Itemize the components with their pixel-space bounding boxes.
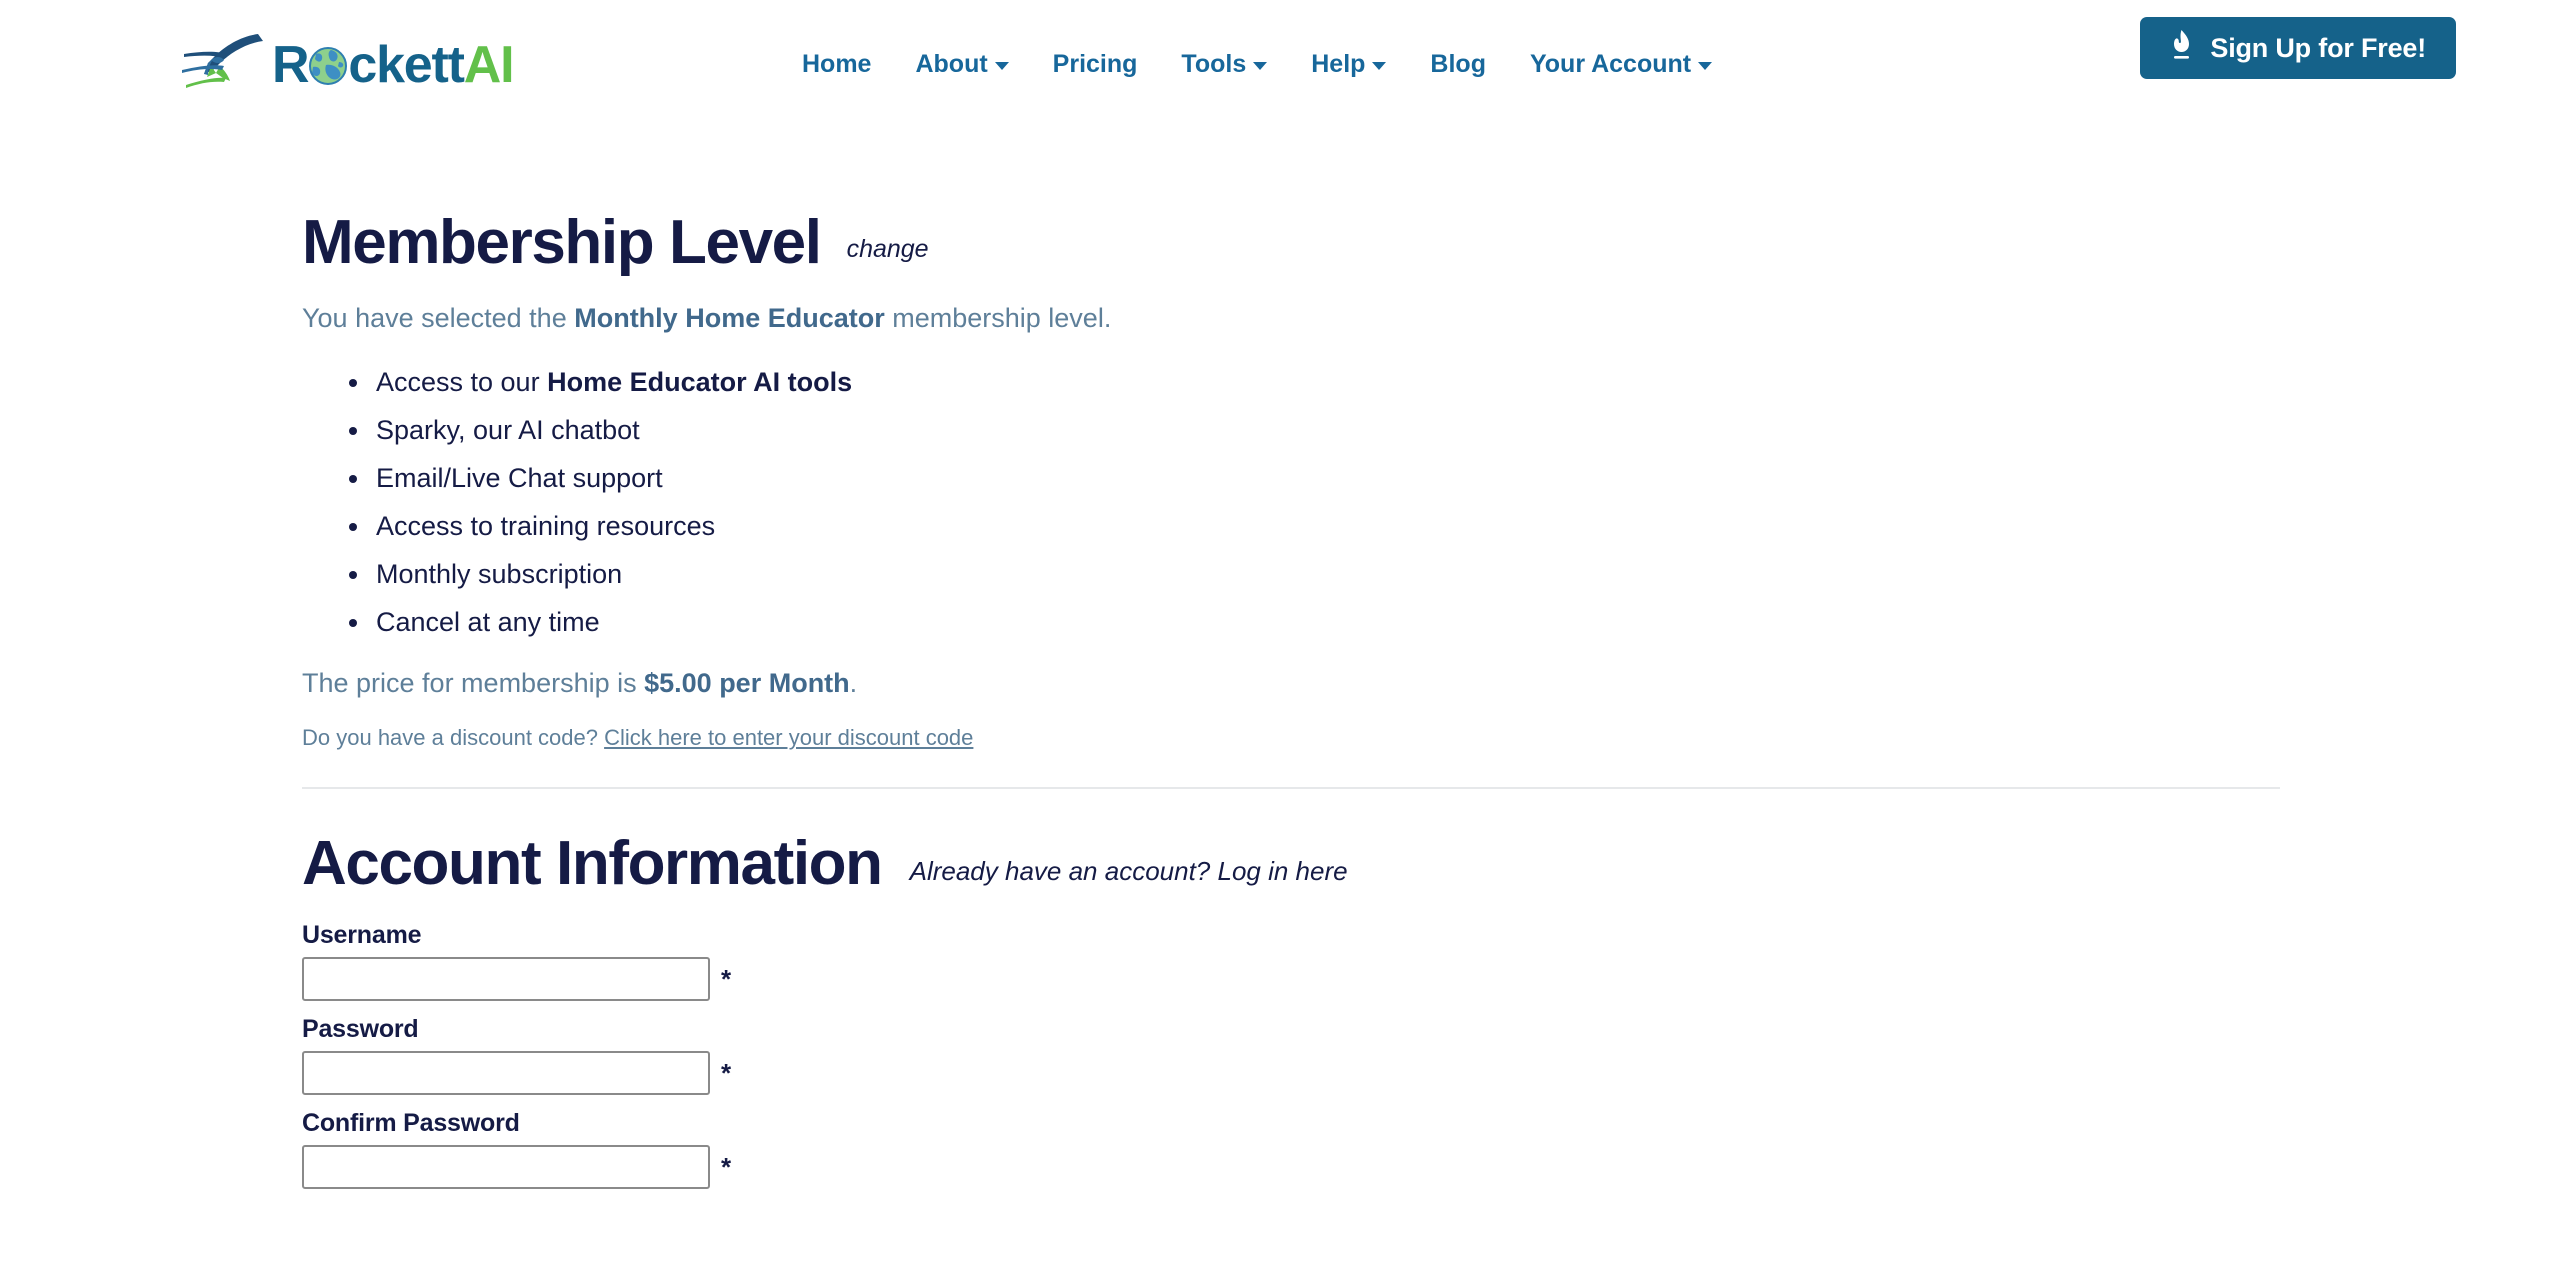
nav-label: Help (1311, 50, 1366, 78)
nav-label: Pricing (1052, 50, 1138, 78)
required-marker: * (721, 1058, 732, 1089)
benefit-bold: Home Educator AI tools (547, 366, 853, 397)
benefit-text: Access to training resources (376, 510, 716, 541)
list-item: Access to training resources (372, 502, 2280, 550)
list-item: Email/Live Chat support (372, 454, 2280, 502)
password-label: Password (302, 1015, 419, 1044)
benefit-text: Cancel at any time (376, 607, 600, 638)
membership-level-section: Membership Level change You have selecte… (302, 148, 2280, 790)
field-group-username: Username * (302, 921, 2280, 1002)
nav-item-tools[interactable]: Tools (1159, 48, 1289, 80)
discount-code-text: Do you have a discount code? Click here … (302, 725, 2280, 751)
selected-prefix: You have selected the (302, 303, 575, 333)
price-prefix: The price for membership is (302, 668, 645, 699)
required-marker: * (721, 1152, 732, 1183)
brand-text-ckett: ckett (348, 35, 465, 94)
nav-item-help[interactable]: Help (1289, 48, 1408, 80)
nav-item-about[interactable]: About (893, 48, 1030, 80)
benefit-text: Email/Live Chat support (376, 462, 663, 493)
field-group-password: Password * (302, 1015, 2280, 1096)
main-navigation: Home About Pricing Tools Help Blog Your … (780, 48, 1734, 80)
confirm-password-label: Confirm Password (302, 1109, 520, 1138)
brand-logo[interactable]: R ckett AI (180, 30, 515, 99)
globe-icon (309, 42, 348, 94)
account-information-header: Account Information Already have an acco… (302, 789, 2280, 895)
discount-prompt: Do you have a discount code? (302, 725, 605, 751)
main-content: Membership Level change You have selecte… (0, 148, 2560, 1190)
list-item: Sparky, our AI chatbot (372, 406, 2280, 454)
password-row: * (302, 1051, 2280, 1096)
benefit-text: Access to our (376, 366, 548, 397)
rocket-icon (180, 30, 266, 99)
list-item: Cancel at any time (372, 598, 2280, 646)
password-input[interactable] (302, 1051, 710, 1096)
confirm-password-row: * (302, 1145, 2280, 1190)
price-value: $5.00 per Month (644, 668, 850, 699)
username-row: * (302, 957, 2280, 1002)
nav-label: Home (802, 50, 872, 78)
nav-item-your-account[interactable]: Your Account (1508, 48, 1734, 80)
chevron-down-icon (1698, 62, 1713, 70)
log-in-link[interactable]: Already have an account? Log in here (910, 856, 1348, 887)
membership-level-header: Membership Level change (302, 148, 2280, 274)
benefit-text: Monthly subscription (376, 558, 623, 589)
chevron-down-icon (1253, 62, 1268, 70)
confirm-password-input[interactable] (302, 1145, 710, 1190)
page-title: Membership Level (302, 208, 822, 277)
nav-label: Blog (1430, 50, 1486, 78)
nav-item-pricing[interactable]: Pricing (1031, 48, 1160, 80)
selected-level-text: You have selected the Monthly Home Educa… (302, 300, 2280, 338)
nav-label: Your Account (1529, 50, 1692, 78)
sign-up-button[interactable]: Sign Up for Free! (2140, 17, 2456, 79)
account-form: Username * Password * Confirm Password * (302, 921, 2280, 1190)
account-section-title: Account Information (302, 829, 883, 899)
chevron-down-icon (1372, 62, 1387, 70)
membership-benefits-list: Access to our Home Educator AI tools Spa… (302, 358, 2280, 646)
list-item: Access to our Home Educator AI tools (372, 358, 2280, 406)
rocket-flame-icon (2170, 29, 2193, 67)
account-information-section: Account Information Already have an acco… (302, 789, 2280, 1190)
sign-up-button-label: Sign Up for Free! (2210, 32, 2426, 63)
nav-item-blog[interactable]: Blog (1408, 48, 1508, 80)
username-label: Username (302, 921, 422, 950)
selected-level-name: Monthly Home Educator (574, 303, 885, 333)
nav-label: Tools (1181, 50, 1247, 78)
brand-wordmark: R ckett AI (272, 35, 515, 94)
brand-text-r: R (272, 35, 310, 94)
brand-text-ai: AI (463, 35, 515, 94)
discount-code-link[interactable]: Click here to enter your discount code (604, 725, 973, 750)
nav-label: About (915, 50, 988, 78)
field-group-confirm-password: Confirm Password * (302, 1109, 2280, 1190)
list-item: Monthly subscription (372, 550, 2280, 598)
username-input[interactable] (302, 957, 710, 1002)
selected-suffix: membership level. (884, 303, 1112, 333)
required-marker: * (721, 964, 732, 995)
price-suffix: . (849, 668, 858, 699)
price-text: The price for membership is $5.00 per Mo… (302, 668, 2280, 699)
chevron-down-icon (994, 62, 1009, 70)
nav-item-home[interactable]: Home (780, 48, 893, 80)
benefit-text: Sparky, our AI chatbot (376, 414, 640, 445)
change-level-link[interactable]: change (847, 235, 929, 264)
site-header: R ckett AI Home About Pricing Tools Help… (0, 0, 2560, 148)
